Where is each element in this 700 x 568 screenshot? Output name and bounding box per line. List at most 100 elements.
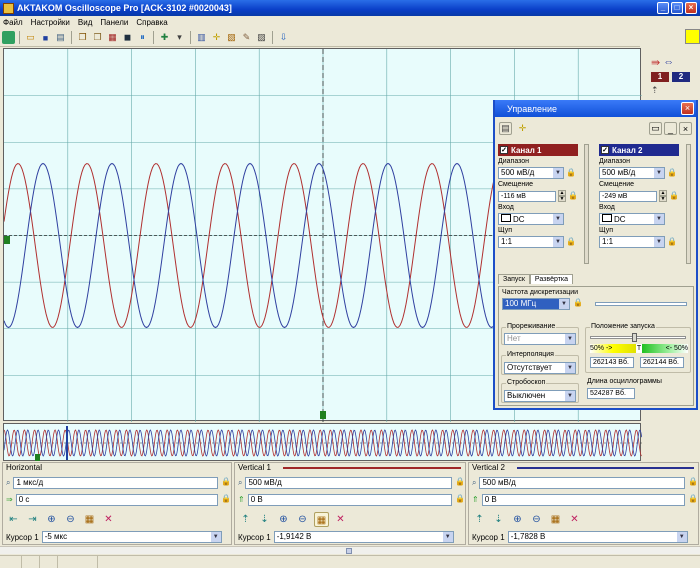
zoom-out-icon[interactable]: ⇔	[663, 56, 674, 69]
zoom-out-icon[interactable]: ⊖	[63, 512, 78, 527]
ch2-badge[interactable]: 2	[672, 72, 690, 82]
settings-icon[interactable]: ▤	[499, 122, 512, 135]
shift-up-icon[interactable]: ⇡	[472, 512, 487, 527]
trigger-position-slider[interactable]	[590, 336, 686, 339]
close-button[interactable]: ×	[685, 2, 697, 14]
tools-icon[interactable]: ✎	[240, 31, 253, 44]
lock-icon[interactable]: 🔒	[566, 168, 576, 179]
save-icon[interactable]: ■	[39, 31, 52, 44]
measure-icon[interactable]: ▧	[225, 31, 238, 44]
horizontal-cursor-select[interactable]: -5 мкс ▼	[41, 531, 222, 543]
crosshair-icon[interactable]: ✛	[516, 122, 529, 135]
menu-view[interactable]: Вид	[78, 18, 92, 27]
shift-down-icon[interactable]: ⇣	[491, 512, 506, 527]
lock-icon[interactable]: 🔒	[667, 168, 677, 179]
tab-timebase[interactable]: Развёртка	[529, 274, 574, 284]
open-icon[interactable]: ▭	[24, 31, 37, 44]
lock-icon[interactable]: 🔒	[669, 191, 679, 202]
scrollbar-thumb[interactable]	[346, 548, 352, 554]
menu-file[interactable]: Файл	[3, 18, 23, 27]
reset-icon[interactable]: ✕	[101, 512, 116, 527]
vertical1-cursor-select[interactable]: -1,9142 В ▼	[273, 531, 454, 543]
strobe-select[interactable]: Выключен ▼	[504, 390, 576, 402]
shift-down-icon[interactable]: ⇣	[257, 512, 272, 527]
print-icon[interactable]: ▤	[54, 31, 67, 44]
ch1-enable-checkbox[interactable]: ✓	[500, 146, 508, 154]
reset-icon[interactable]: ✕	[567, 512, 582, 527]
ch2-offset-spinner[interactable]: ▲ ▼	[659, 190, 667, 202]
menu-settings[interactable]: Настройки	[31, 18, 70, 27]
zoom-out-icon[interactable]: ⊖	[529, 512, 544, 527]
lock-icon[interactable]: 🔒	[688, 477, 698, 488]
copy-icon[interactable]: ❐	[76, 31, 89, 44]
maximize-button[interactable]: □	[671, 2, 683, 14]
shift-up-icon[interactable]: ⇡	[238, 512, 253, 527]
menu-help[interactable]: Справка	[136, 18, 167, 27]
ch1-scrollbar[interactable]	[584, 144, 589, 264]
shift-left-icon[interactable]: ⇤	[6, 512, 21, 527]
dropdown-icon[interactable]: ▾	[173, 31, 186, 44]
vertical1-scale-field[interactable]: 500 мВ/д	[245, 476, 452, 489]
zoom-in-icon[interactable]: ⊕	[44, 512, 59, 527]
ch2-offset-field[interactable]: -249 мВ	[599, 190, 657, 202]
ch2-probe-select[interactable]: 1:1 ▼	[599, 236, 665, 248]
dialog-close-button[interactable]: ×	[681, 102, 694, 115]
zoom-in-icon[interactable]: ⊕	[276, 512, 291, 527]
tab-trigger[interactable]: Запуск	[498, 274, 530, 284]
lock-icon[interactable]: 🔒	[455, 494, 465, 505]
lock-icon[interactable]: 🔒	[221, 494, 231, 505]
vertical1-offset-field[interactable]: 0 В	[247, 493, 452, 506]
math-icon[interactable]: ▨	[255, 31, 268, 44]
ch2-input-select[interactable]: DC ▼	[599, 213, 665, 225]
grid-icon[interactable]: ▦	[106, 31, 119, 44]
ch1-badge[interactable]: 1	[651, 72, 669, 82]
dialog-minimize-icon[interactable]: _	[664, 122, 677, 135]
overview-display[interactable]	[3, 423, 643, 461]
crosshair-icon[interactable]: ✛	[210, 31, 223, 44]
menu-panels[interactable]: Панели	[100, 18, 128, 27]
horizontal-offset-field[interactable]: 0 с	[15, 493, 218, 506]
lock-icon[interactable]: 🔒	[455, 477, 465, 488]
ch2-scrollbar[interactable]	[686, 144, 691, 264]
lock-icon[interactable]: 🔒	[221, 477, 231, 488]
interleave-select[interactable]: Нет ▼	[504, 333, 576, 345]
sample-rate-select[interactable]: 100 МГц ▼	[502, 298, 570, 310]
ch2-range-select[interactable]: 500 мВ/д ▼	[599, 167, 665, 179]
ch1-probe-select[interactable]: 1:1 ▼	[498, 236, 564, 248]
lock-icon[interactable]: 🔒	[688, 494, 698, 505]
zoom-out-icon[interactable]: ⊖	[295, 512, 310, 527]
cursor-icon[interactable]: ✚	[158, 31, 171, 44]
minimize-button[interactable]: _	[657, 2, 669, 14]
sample-rate-slider[interactable]	[595, 302, 687, 306]
lock-icon[interactable]: 🔒	[573, 298, 583, 309]
dialog-print-icon[interactable]: ▭	[649, 122, 662, 135]
reset-icon[interactable]: ✕	[333, 512, 348, 527]
vertical2-cursor-select[interactable]: -1,7828 В ▼	[507, 531, 688, 543]
dialog-close-icon[interactable]: ×	[679, 122, 692, 135]
download-icon[interactable]: ⇩	[277, 31, 290, 44]
vertical2-scale-field[interactable]: 500 мВ/д	[479, 476, 685, 489]
stop-icon[interactable]: ◼	[121, 31, 134, 44]
vertical2-offset-field[interactable]: 0 В	[481, 493, 685, 506]
ch1-range-select[interactable]: 500 мВ/д ▼	[498, 167, 564, 179]
grid-icon[interactable]: ▦	[82, 512, 97, 527]
lock-icon[interactable]: 🔒	[667, 237, 677, 248]
lock-icon[interactable]: 🔒	[566, 237, 576, 248]
ch2-enable-checkbox[interactable]: ✓	[601, 146, 609, 154]
horizontal-scrollbar[interactable]	[0, 546, 700, 554]
horizontal-scale-field[interactable]: 1 мкс/д	[13, 476, 218, 489]
interpolation-select[interactable]: Отсутствует ▼	[504, 362, 576, 374]
grid-icon[interactable]: ▦	[548, 512, 563, 527]
panel-icon[interactable]: ▥	[195, 31, 208, 44]
connect-icon[interactable]	[2, 31, 15, 44]
arrow-up-icon[interactable]: ⇡	[651, 85, 659, 96]
ch1-offset-field[interactable]: -116 мВ	[498, 190, 556, 202]
paste-icon[interactable]: ❒	[91, 31, 104, 44]
trigger-slider-thumb[interactable]	[632, 333, 637, 342]
pause-icon[interactable]: ⏸	[136, 31, 149, 44]
shift-right-icon[interactable]: ⇥	[25, 512, 40, 527]
ch1-offset-spinner[interactable]: ▲ ▼	[558, 190, 566, 202]
lock-icon[interactable]: 🔒	[568, 191, 578, 202]
grid-icon[interactable]: ▦	[314, 511, 329, 527]
zoom-in-icon[interactable]: ⊕	[510, 512, 525, 527]
